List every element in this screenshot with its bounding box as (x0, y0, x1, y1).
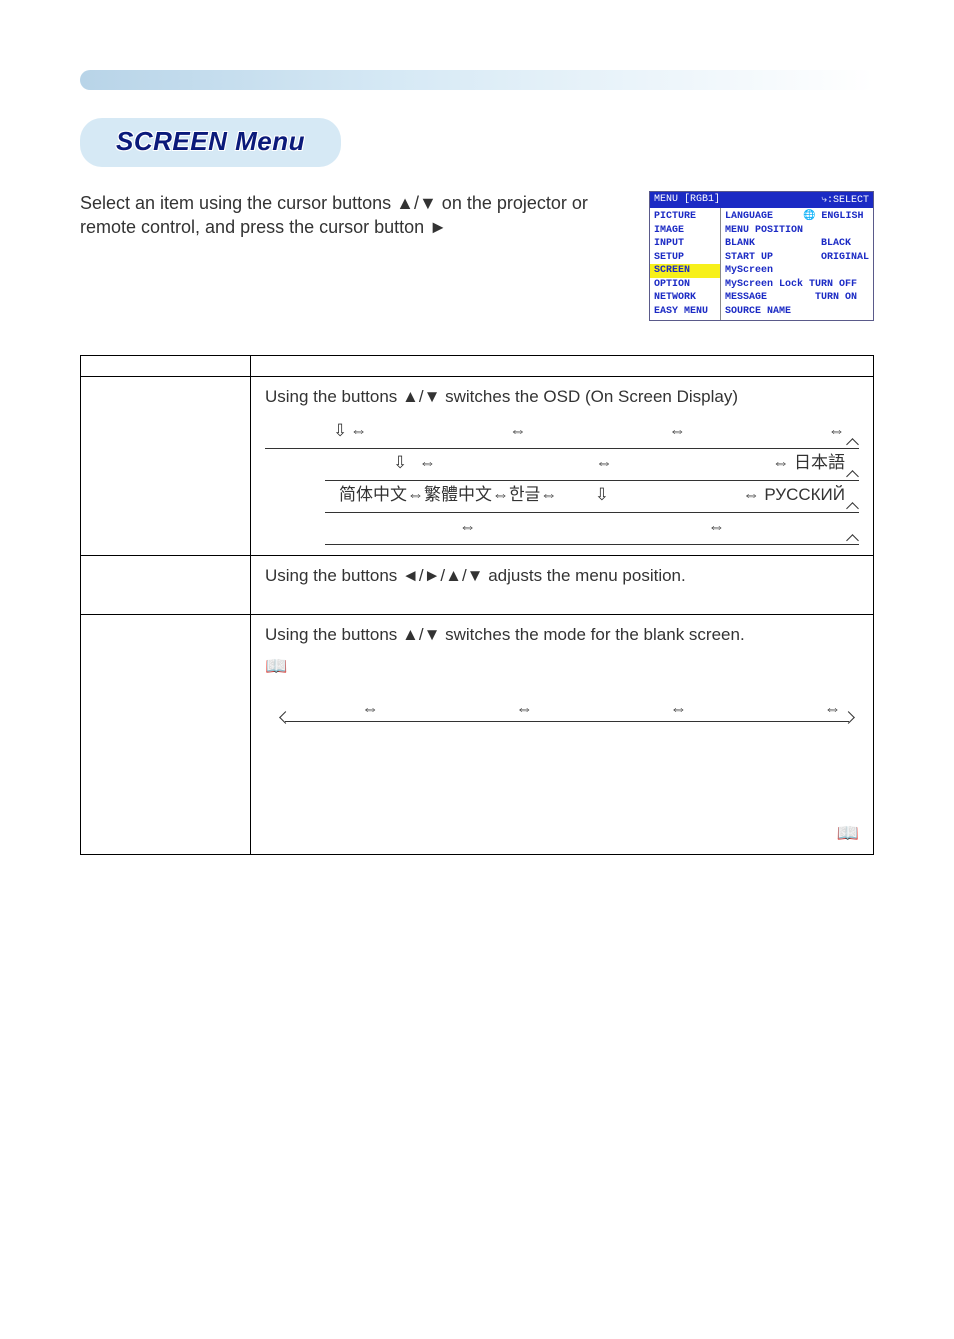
header-band (80, 70, 874, 90)
osd-select-label: :SELECT (827, 195, 869, 206)
osd-left-item-highlighted: SCREEN (650, 264, 720, 278)
row-item-desc: Using the buttons ◄/►/▲/▼ adjusts the me… (251, 555, 874, 614)
menupos-lead-text: Using the buttons ◄/►/▲/▼ adjusts the me… (265, 566, 859, 586)
flow-down-icon: ⇩ (595, 481, 609, 510)
table-header-desc (251, 356, 874, 377)
osd-left-item: INPUT (650, 237, 720, 251)
table-header-item (81, 356, 251, 377)
book-icon: 📖 (837, 823, 859, 844)
blank-flow-diagram: ⇔ ⇔ ⇔ ⇔ (265, 699, 859, 722)
section-title-pill: SCREEN Menu (80, 118, 341, 167)
flow-down-icon: ⇩ (333, 417, 347, 446)
osd-left-item: EASY MENU (650, 305, 720, 319)
lang-lead-text: Using the buttons ▲/▼ switches the OSD (… (265, 387, 859, 407)
description-table: Using the buttons ▲/▼ switches the OSD (… (80, 355, 874, 855)
intro-text: Select an item using the cursor buttons … (80, 191, 631, 240)
osd-title-bar: MENU [RGB1] ⤷:SELECT (650, 192, 873, 208)
osd-left-column: PICTURE IMAGE INPUT SETUP SCREEN OPTION … (650, 208, 721, 320)
table-row: Using the buttons ◄/►/▲/▼ adjusts the me… (81, 555, 874, 614)
row-item-desc: Using the buttons ▲/▼ switches the mode … (251, 614, 874, 854)
osd-left-item: PICTURE (650, 210, 720, 224)
osd-screenshot: MENU [RGB1] ⤷:SELECT PICTURE IMAGE INPUT… (649, 191, 874, 321)
row-item-label (81, 555, 251, 614)
book-icon: 📖 (265, 656, 287, 677)
blank-lead-text: Using the buttons ▲/▼ switches the mode … (265, 625, 859, 645)
osd-left-item: SETUP (650, 251, 720, 265)
osd-menu-label: MENU [RGB1] (654, 194, 720, 206)
row-item-desc: Using the buttons ▲/▼ switches the OSD (… (251, 377, 874, 556)
language-flow-diagram: ⇔ ⇔ ⇔ ⇔ ⇩ ⇔ ⇔ (265, 417, 859, 545)
osd-right-column: LANGUAGE 🌐 ENGLISH MENU POSITION BLANK B… (721, 208, 873, 320)
osd-left-item: IMAGE (650, 224, 720, 238)
row-item-label (81, 377, 251, 556)
table-row: Using the buttons ▲/▼ switches the mode … (81, 614, 874, 854)
osd-left-item: OPTION (650, 278, 720, 292)
table-row: Using the buttons ▲/▼ switches the OSD (… (81, 377, 874, 556)
osd-left-item: NETWORK (650, 291, 720, 305)
row-item-label (81, 614, 251, 854)
flow-down-icon: ⇩ (393, 449, 407, 478)
section-title: SCREEN Menu (116, 126, 305, 156)
